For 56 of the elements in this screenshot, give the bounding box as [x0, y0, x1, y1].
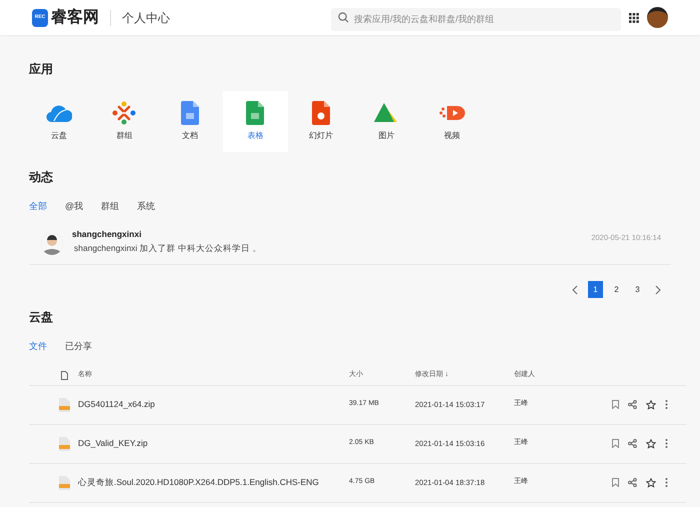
bookmark-icon[interactable] — [612, 439, 619, 448]
cloud-icon — [46, 103, 72, 123]
app-tile[interactable]: 云盘 — [26, 91, 92, 152]
presentation-icon — [312, 101, 330, 125]
user-avatar-silhouette — [41, 232, 63, 254]
apps-grid-icon[interactable] — [629, 12, 639, 22]
file-name[interactable]: DG_Valid_KEY.zip — [78, 437, 349, 450]
tab[interactable]: @我 — [65, 200, 84, 214]
zip-file-icon — [59, 476, 70, 490]
page-button[interactable]: 3 — [630, 281, 645, 298]
share-icon[interactable] — [628, 478, 637, 487]
document-icon — [180, 101, 199, 125]
app-tile[interactable]: 图片 — [354, 91, 419, 152]
app-tile[interactable]: 幻灯片 — [288, 91, 354, 152]
more-options-icon[interactable] — [665, 478, 668, 487]
tab[interactable]: 群组 — [101, 200, 120, 214]
activity-text: shangchengxinxi 加入了群 中科大公众科学日 。 — [73, 242, 262, 255]
chevron-left-icon[interactable] — [572, 284, 578, 294]
app-tile[interactable]: 文档 — [157, 91, 222, 152]
star-icon[interactable] — [646, 438, 656, 448]
bookmark-icon[interactable] — [612, 400, 619, 409]
section-title: 应用 — [29, 61, 54, 78]
section-title: 动态 — [29, 169, 54, 186]
page-button[interactable]: 1 — [588, 281, 603, 298]
search-icon — [338, 12, 349, 23]
user-name[interactable]: shangchengxinxi — [72, 228, 592, 240]
share-icon[interactable] — [628, 439, 637, 448]
zip-file-icon — [59, 398, 70, 412]
app-tile[interactable]: 群组 — [92, 91, 157, 152]
tab[interactable]: 已分享 — [65, 340, 92, 354]
file-name[interactable]: 心灵奇旅.Soul.2020.HD1080P.X264.DDP5.1.English.CHS-ENG — [78, 476, 349, 489]
triangle-icon — [374, 103, 398, 123]
chevron-right-icon[interactable] — [655, 284, 661, 294]
more-options-icon[interactable] — [665, 400, 668, 409]
tab[interactable]: 全部 — [29, 200, 47, 214]
search-field[interactable]: 搜索应用/我的云盘和群盘/我的群组 — [331, 8, 621, 30]
file-icon — [61, 370, 68, 380]
file-name[interactable]: DG5401124_x64.zip — [78, 398, 349, 411]
page-title: 个人中心 — [122, 10, 170, 26]
video-icon — [438, 103, 465, 123]
spreadsheet-icon — [246, 101, 264, 125]
people-icon — [112, 101, 136, 125]
more-options-icon[interactable] — [665, 439, 668, 448]
user-avatar[interactable] — [647, 7, 668, 28]
section-title: 云盘 — [29, 309, 54, 326]
star-icon[interactable] — [646, 478, 656, 488]
tab[interactable]: 文件 — [29, 340, 47, 354]
share-icon[interactable] — [628, 400, 637, 409]
star-icon[interactable] — [646, 400, 656, 410]
bookmark-icon[interactable] — [612, 478, 619, 487]
page-button[interactable]: 2 — [609, 281, 624, 298]
tab[interactable]: 系统 — [137, 200, 156, 214]
logo-text: 睿客网 — [51, 7, 99, 28]
app-tile[interactable]: 视频 — [419, 91, 484, 152]
app-tile[interactable]: 表格 — [222, 91, 288, 152]
zip-file-icon — [59, 436, 70, 450]
